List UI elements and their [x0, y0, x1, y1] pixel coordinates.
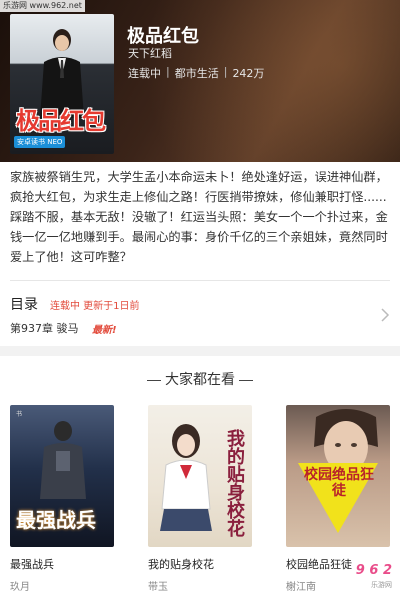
soldier-illustration	[40, 421, 86, 499]
book-status: 连载中	[128, 67, 161, 80]
divider	[10, 280, 390, 281]
book-word-count: 242万	[232, 67, 265, 80]
logo-text: 9 6 2	[355, 563, 392, 578]
recommend-author: 带玉	[148, 582, 168, 592]
toc-update-status: 连载中 更新于1日前	[50, 301, 140, 312]
book-cover[interactable]: 极品红包 安卓读书 NEO	[10, 14, 114, 154]
meta-separator: |	[223, 65, 228, 78]
site-logo-watermark: 9 6 2 乐游网	[308, 560, 392, 589]
heading-dash	[239, 379, 253, 381]
section-separator	[0, 346, 400, 356]
book-meta: 连载中 | 都市生活 | 242万	[128, 65, 264, 81]
cover-title-art: 极品红包	[16, 106, 106, 135]
chevron-right-icon	[381, 308, 390, 322]
site-watermark: 乐游网 www.962.net	[0, 0, 85, 12]
book-description[interactable]: 家族被祭销生咒，大学生孟小本命运未卜！绝处逢好运，误进神仙群，疯抢大红包，为求生…	[10, 167, 392, 267]
toc-label: 目录	[10, 297, 38, 313]
cover-title-art: 我的贴身校花	[224, 429, 245, 537]
recommend-author: 玖月	[10, 582, 30, 592]
logo-subtext: 乐游网	[371, 581, 392, 589]
book-author[interactable]: 天下红稻	[128, 45, 172, 61]
recommend-heading: 大家都在看	[0, 369, 400, 389]
cover-publisher-badge: 安卓读书 NEO	[14, 136, 66, 148]
recommend-title: 我的贴身校花	[148, 558, 214, 571]
recommend-heading-text: 大家都在看	[165, 372, 235, 388]
recommend-title: 最强战兵	[10, 558, 54, 571]
recommend-item[interactable]: 书 最强战兵 最强战兵 玖月	[10, 405, 114, 592]
book-category[interactable]: 都市生活	[175, 65, 219, 81]
cover-publisher-text: 书	[16, 411, 23, 418]
meta-separator: |	[166, 65, 170, 78]
heading-dash	[147, 379, 161, 381]
latest-chapter: 第937章 骏马	[10, 322, 79, 335]
recommend-cover[interactable]: 我的贴身校花	[148, 405, 252, 547]
recommend-cover[interactable]: 书 最强战兵	[10, 405, 114, 547]
schoolgirl-illustration	[160, 424, 212, 531]
cover-title-art: 最强战兵	[16, 508, 96, 532]
recommend-item[interactable]: 我的贴身校花 我的贴身校花 带玉	[148, 405, 252, 592]
latest-badge: 最新!	[92, 325, 117, 336]
recommend-cover[interactable]: 校园绝品狂徒	[286, 405, 390, 547]
cover-title-art: 校园绝品狂徒	[304, 467, 374, 499]
toc-row[interactable]: 目录 连载中 更新于1日前 第937章 骏马 最新!	[10, 294, 390, 340]
